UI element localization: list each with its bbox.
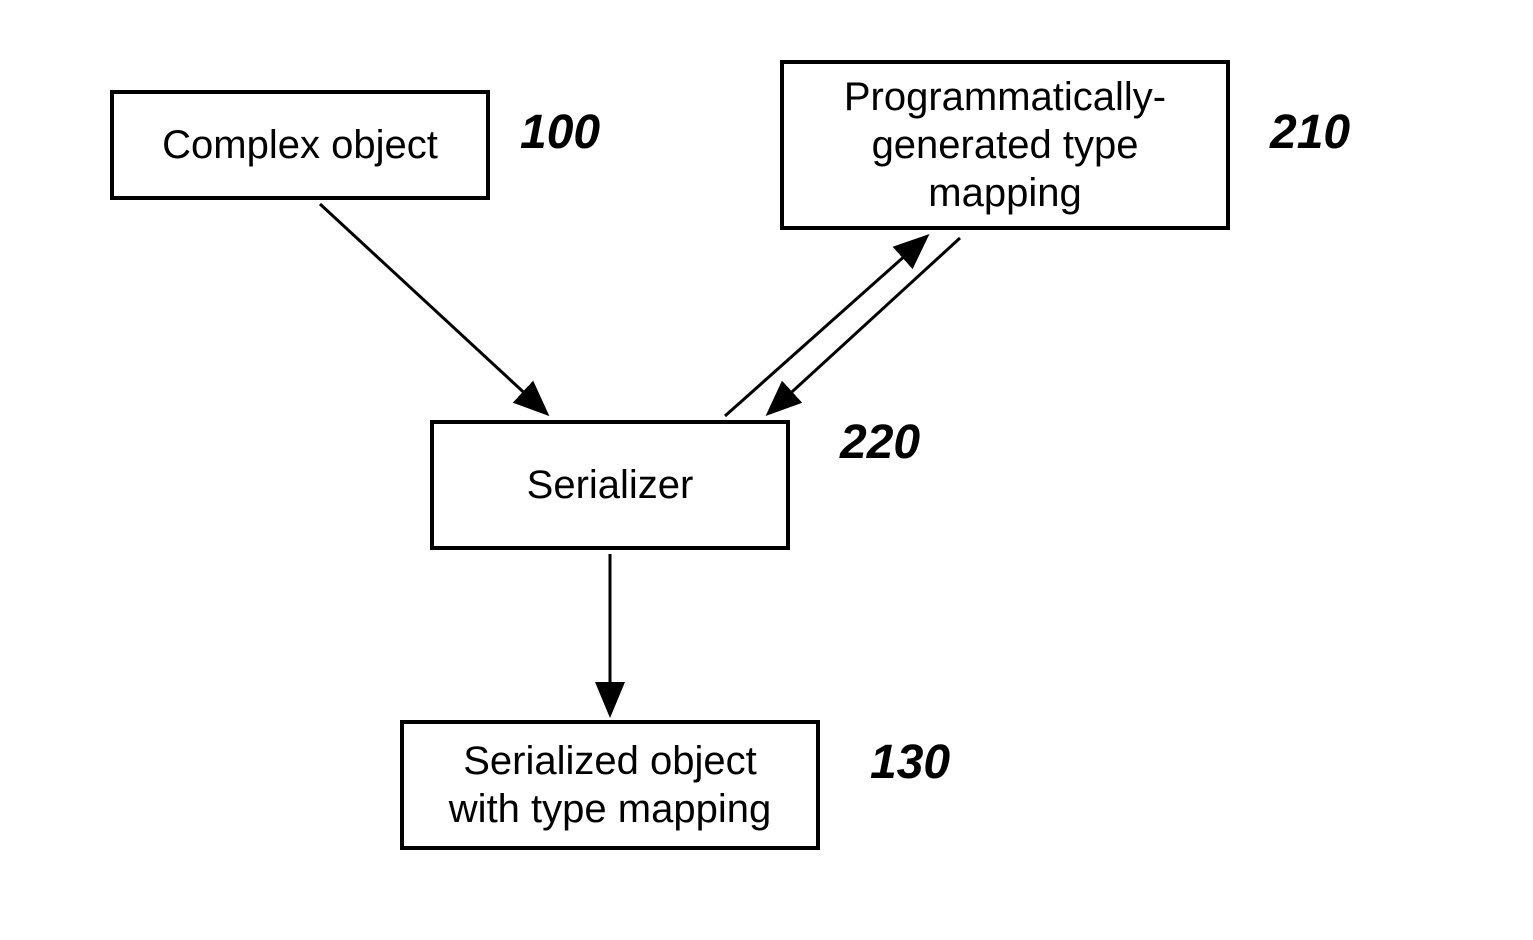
node-output: Serialized object with type mapping (400, 720, 820, 850)
node-type-mapping: Programmatically-generated type mapping (780, 60, 1230, 230)
node-complex-object: Complex object (110, 90, 490, 200)
ref-type-mapping: 210 (1270, 105, 1350, 160)
node-serializer: Serializer (430, 420, 790, 550)
ref-output: 130 (870, 735, 950, 790)
node-type-mapping-text: Programmatically-generated type mapping (804, 73, 1206, 217)
node-output-text: Serialized object with type mapping (424, 737, 796, 833)
node-serializer-text: Serializer (527, 461, 694, 509)
ref-complex-object: 100 (520, 105, 600, 160)
node-complex-object-text: Complex object (162, 121, 438, 169)
ref-serializer: 220 (840, 415, 920, 470)
